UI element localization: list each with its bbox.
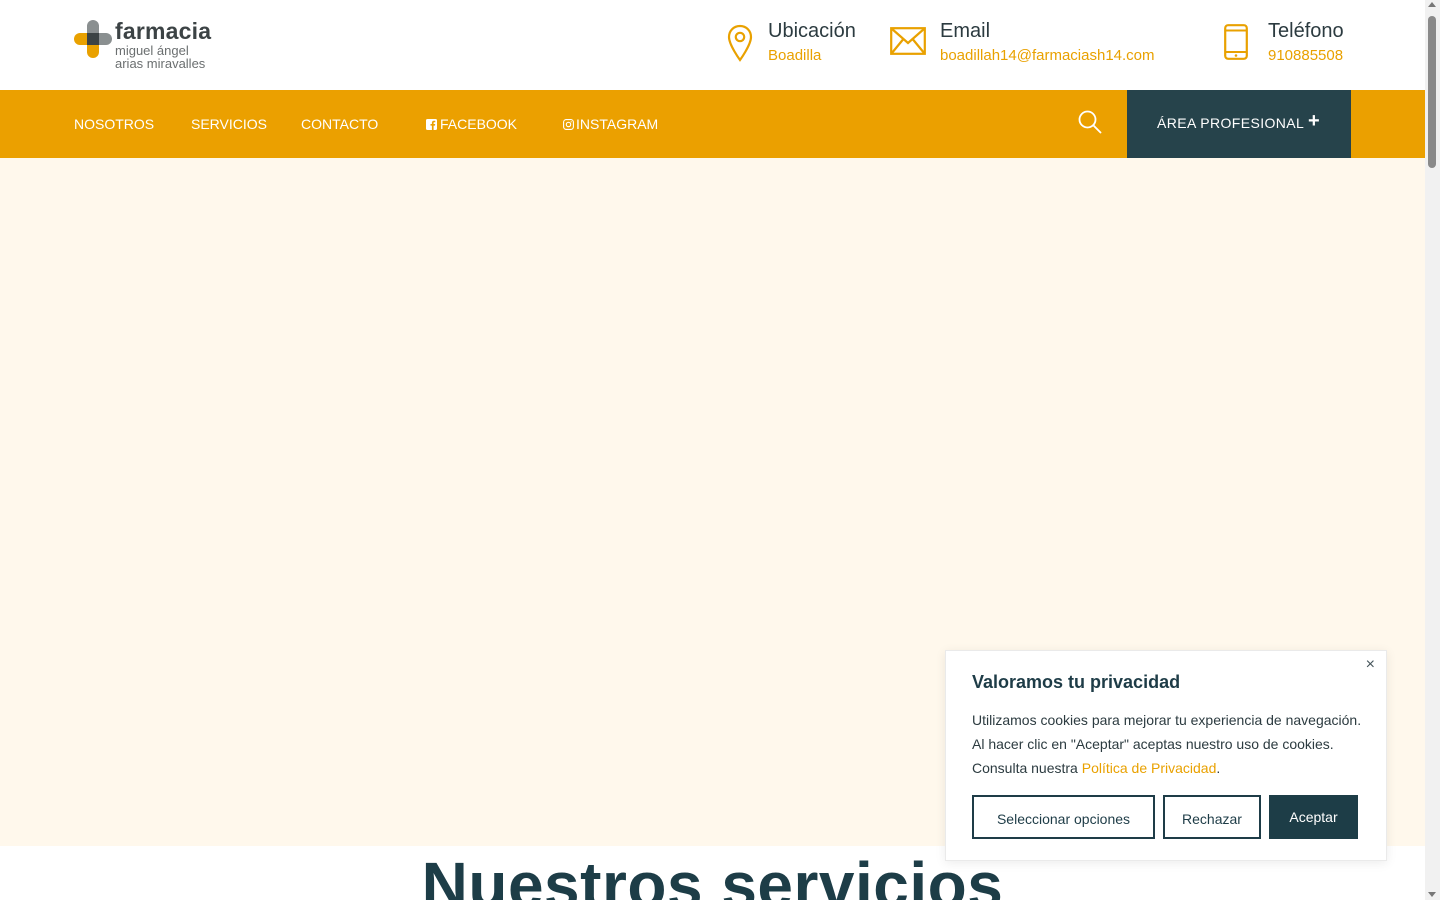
contact-phone: Teléfono 910885508 [1224,20,1354,70]
reject-button[interactable]: Rechazar [1163,795,1261,839]
nav-item-facebook-label: FACEBOOK [440,116,518,132]
instagram-icon [563,119,574,130]
select-options-button[interactable]: Seleccionar opciones [972,795,1155,839]
cookie-text: Utilizamos cookies para mejorar tu exper… [972,708,1372,780]
area-profesional-button[interactable]: ÁREA PROFESIONAL + [1127,90,1351,158]
nav-item-instagram[interactable]: INSTAGRAM [563,116,658,132]
location-pin-icon [727,24,753,62]
nav-item-nosotros[interactable]: NOSOTROS [74,116,154,132]
cookie-title: Valoramos tu privacidad [972,672,1181,692]
nav-item-contacto[interactable]: CONTACTO [301,116,378,132]
site-header: farmacia miguel ángel arias miravalles U… [0,0,1425,90]
cookie-text-end: . [1216,760,1221,776]
privacy-policy-link[interactable]: Política de Privacidad [1082,760,1217,776]
close-icon[interactable]: × [1366,656,1375,674]
logo-cross-icon [74,20,112,58]
scroll-up-arrow-icon[interactable] [1428,2,1436,7]
contact-email-label: Email [940,20,991,42]
logo-main-text: farmacia [115,18,212,44]
page-scrollbar[interactable] [1425,0,1440,900]
area-profesional-label: ÁREA PROFESIONAL [1157,115,1305,131]
contact-email-value[interactable]: boadillah14@farmaciash14.com [940,47,1155,65]
search-icon[interactable] [1077,109,1103,135]
contact-phone-label: Teléfono [1268,20,1344,42]
cookie-consent-dialog: × Valoramos tu privacidad Utilizamos coo… [945,650,1387,861]
scroll-thumb[interactable] [1428,16,1436,168]
contact-email: Email boadillah14@farmaciash14.com [890,20,1170,70]
main-nav: NOSOTROS SERVICIOS CONTACTO FACEBOOK INS… [0,90,1425,158]
nav-item-instagram-label: INSTAGRAM [576,116,659,132]
nav-item-servicios[interactable]: SERVICIOS [191,116,267,132]
logo-text: farmacia miguel ángel arias miravalles [115,18,211,70]
nav-item-facebook[interactable]: FACEBOOK [426,116,517,132]
contact-phone-value[interactable]: 910885508 [1268,47,1343,65]
logo-sub-text: arias miravalles [115,56,206,71]
contact-location-value[interactable]: Boadilla [768,47,821,65]
accept-button[interactable]: Aceptar [1269,795,1358,839]
contact-location: Ubicación Boadilla [727,20,867,70]
phone-icon [1224,24,1248,60]
scroll-down-arrow-icon[interactable] [1428,892,1436,897]
envelope-icon [890,27,926,55]
plus-icon: + [1308,110,1320,132]
contact-location-label: Ubicación [768,20,856,42]
facebook-icon [426,119,437,130]
